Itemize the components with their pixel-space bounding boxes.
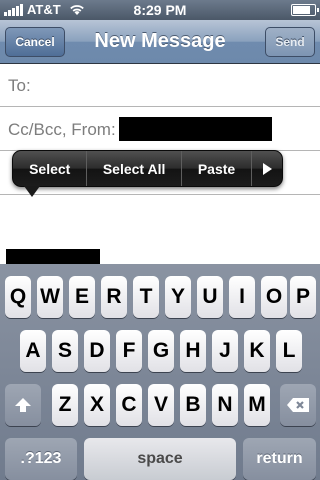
key-g[interactable]: G <box>148 330 174 372</box>
status-time: 8:29 PM <box>133 2 187 18</box>
key-e[interactable]: E <box>69 276 95 318</box>
key-y[interactable]: Y <box>165 276 191 318</box>
keyboard: Q W E R T Y U I O P A S D F G H J K L Z … <box>0 264 320 480</box>
key-z[interactable]: Z <box>52 384 78 426</box>
key-l[interactable]: L <box>276 330 302 372</box>
battery-level <box>293 6 311 14</box>
redacted-from-address <box>119 117 272 141</box>
key-s[interactable]: S <box>52 330 78 372</box>
key-w[interactable]: W <box>37 276 63 318</box>
key-a[interactable]: A <box>20 330 46 372</box>
select-menu-item[interactable]: Select <box>13 151 86 186</box>
key-u[interactable]: U <box>197 276 223 318</box>
edit-menu-pointer <box>24 186 40 197</box>
key-f[interactable]: F <box>116 330 142 372</box>
to-label: To: <box>8 76 31 95</box>
shift-key[interactable] <box>5 384 41 426</box>
battery-icon <box>291 4 319 16</box>
numbers-key[interactable]: .?123 <box>5 438 77 480</box>
backspace-key[interactable] <box>280 384 316 426</box>
key-r[interactable]: R <box>101 276 127 318</box>
nav-bar: Cancel New Message Send <box>0 20 320 64</box>
edit-menu: Select Select All Paste <box>12 150 283 187</box>
key-i[interactable]: I <box>229 276 255 318</box>
ccbcc-from-label: Cc/Bcc, From: <box>8 120 116 139</box>
select-all-menu-item[interactable]: Select All <box>87 151 180 186</box>
key-d[interactable]: D <box>84 330 110 372</box>
shift-arrow-icon <box>15 398 31 412</box>
key-q[interactable]: Q <box>5 276 31 318</box>
key-t[interactable]: T <box>133 276 159 318</box>
more-menu-arrow-icon[interactable] <box>252 151 282 186</box>
key-c[interactable]: C <box>116 384 142 426</box>
status-bar: AT&T 8:29 PM <box>0 0 320 20</box>
space-key[interactable]: space <box>84 438 236 480</box>
key-b[interactable]: B <box>180 384 206 426</box>
paste-menu-item[interactable]: Paste <box>182 151 251 186</box>
redacted-body-text <box>6 249 100 264</box>
send-button[interactable]: Send <box>265 27 315 57</box>
backspace-icon <box>287 398 309 412</box>
key-p[interactable]: P <box>290 276 316 318</box>
to-field[interactable]: To: <box>0 64 320 107</box>
key-x[interactable]: X <box>84 384 110 426</box>
key-v[interactable]: V <box>148 384 174 426</box>
key-o[interactable]: O <box>261 276 287 318</box>
key-j[interactable]: J <box>212 330 238 372</box>
key-m[interactable]: M <box>244 384 270 426</box>
return-key[interactable]: return <box>243 438 316 480</box>
key-n[interactable]: N <box>212 384 238 426</box>
key-h[interactable]: H <box>180 330 206 372</box>
key-k[interactable]: K <box>244 330 270 372</box>
